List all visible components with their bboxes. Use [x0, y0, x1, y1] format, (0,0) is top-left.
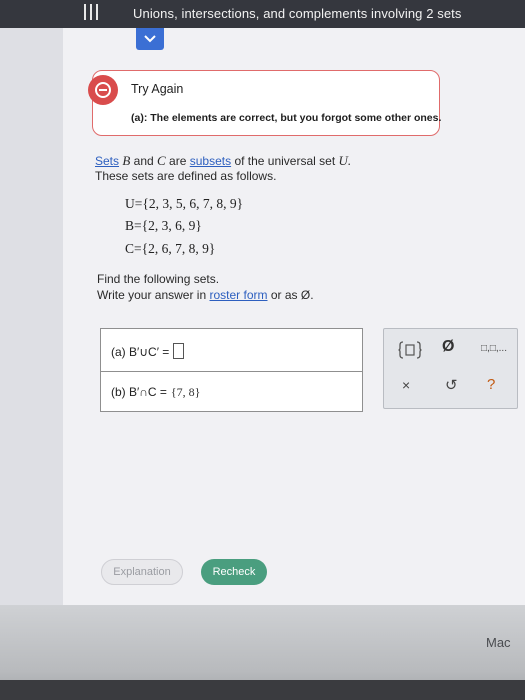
math-toolbar: Ø □,□,... × ↺ ?: [383, 328, 518, 409]
answer-a-input[interactable]: [173, 343, 185, 359]
write-prefix: Write your answer in: [97, 288, 207, 302]
universal-text: of the universal set: [234, 154, 336, 168]
write-suffix: or as Ø.: [270, 288, 314, 302]
sets-link[interactable]: Sets: [95, 154, 119, 168]
braces-icon[interactable]: [398, 341, 422, 359]
screen: Unions, intersections, and complements i…: [0, 0, 525, 605]
chevron-down-icon[interactable]: [136, 28, 164, 50]
answer-row-b: (b) B′∩C = {7, 8}: [111, 385, 200, 400]
write-instruction: Write your answer in roster form or as Ø…: [97, 288, 314, 302]
recheck-button[interactable]: Recheck: [201, 559, 267, 585]
set-b-definition: B={2, 3, 6, 9}: [125, 218, 202, 233]
set-b-symbol: B: [122, 153, 131, 168]
list-elements-icon[interactable]: □,□,...: [481, 343, 507, 354]
subsets-link[interactable]: subsets: [190, 154, 231, 168]
empty-set-icon[interactable]: Ø: [442, 338, 454, 356]
answer-row-a: (a) B′∪C′ =: [111, 343, 185, 359]
alert-message: (a): The elements are correct, but you f…: [131, 112, 442, 124]
answer-b-label: (b) B′∩C =: [111, 385, 167, 399]
set-c-symbol: C: [157, 153, 166, 168]
answer-b-input[interactable]: {7, 8}: [171, 385, 201, 399]
find-instruction: Find the following sets.: [97, 272, 220, 286]
menu-icon[interactable]: [84, 4, 98, 20]
answer-box: (a) B′∪C′ = (b) B′∩C = {7, 8}: [100, 328, 363, 412]
and-word: and: [133, 154, 154, 168]
clear-icon[interactable]: ×: [402, 377, 410, 393]
set-u-symbol: U.: [338, 153, 352, 168]
alert-icon: [88, 75, 118, 105]
undo-icon[interactable]: ↺: [445, 376, 458, 394]
try-again-alert: [92, 70, 440, 136]
laptop-hinge: [0, 680, 525, 700]
set-u-definition: U={2, 3, 5, 6, 7, 8, 9}: [125, 196, 244, 211]
answer-a-label: (a) B′∪C′ =: [111, 345, 170, 359]
top-bar: Unions, intersections, and complements i…: [0, 0, 525, 28]
set-c-definition: C={2, 6, 7, 8, 9}: [125, 241, 216, 256]
alert-title: Try Again: [131, 82, 184, 96]
row-divider: [101, 371, 362, 372]
page-title: Unions, intersections, and complements i…: [133, 6, 462, 21]
help-icon[interactable]: ?: [487, 376, 495, 393]
problem-intro: Sets B and C are subsets of the universa…: [95, 153, 351, 169]
explanation-button[interactable]: Explanation: [101, 559, 183, 585]
are-word: are: [169, 154, 187, 168]
problem-defined: These sets are defined as follows.: [95, 169, 277, 183]
brand-label: Mac: [486, 635, 511, 650]
roster-form-link[interactable]: roster form: [210, 288, 268, 302]
